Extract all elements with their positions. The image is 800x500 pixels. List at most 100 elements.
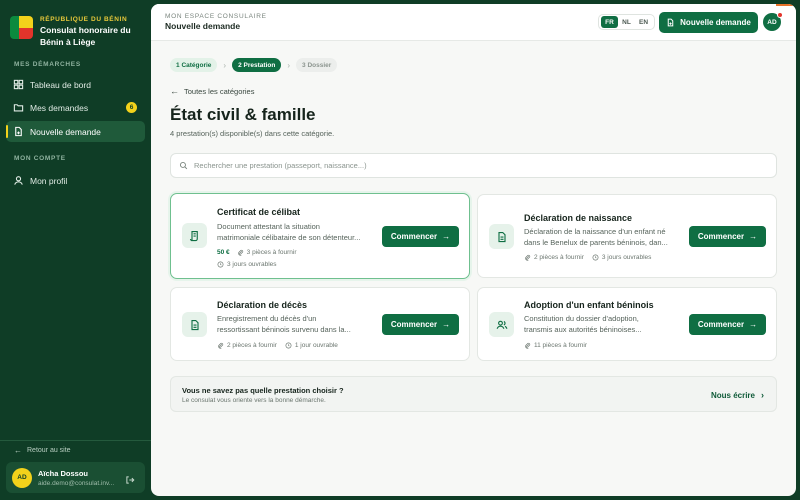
file-plus-icon xyxy=(667,18,674,27)
clock-icon xyxy=(592,254,599,261)
scroll-icon xyxy=(182,223,207,248)
step-label: Catégorie xyxy=(181,61,212,69)
folder-icon xyxy=(13,104,24,112)
help-subtitle: Le consulat vous oriente vers la bonne d… xyxy=(182,397,326,404)
card-pieces: 2 pièces à fournir xyxy=(534,254,584,261)
start-button[interactable]: Commencer → xyxy=(382,314,459,335)
step-prestation: 2 Prestation xyxy=(232,58,282,72)
arrow-left-icon: ← xyxy=(170,86,179,96)
card-meta: 11 pièces à fournir xyxy=(524,342,595,349)
document-icon xyxy=(489,224,514,249)
card-description: Constitution du dossier d'adoption, trans… xyxy=(524,314,642,334)
avatar: AD xyxy=(12,467,32,488)
sidebar-item-new-request[interactable]: Nouvelle demande xyxy=(6,121,145,142)
accent-line xyxy=(776,4,796,6)
start-button[interactable]: Commencer → xyxy=(689,226,766,247)
lang-en[interactable]: EN xyxy=(635,16,652,28)
back-to-categories-link[interactable]: ← Toutes les catégories xyxy=(170,86,254,96)
arrow-right-icon: → xyxy=(442,320,451,329)
sidebar-item-label: Mes demandes xyxy=(30,102,89,113)
lang-nl[interactable]: NL xyxy=(618,16,635,28)
service-card-adoption[interactable]: Adoption d'un enfant béninois Constituti… xyxy=(477,287,777,361)
arrow-right-icon: → xyxy=(749,232,758,241)
sidebar-item-profile[interactable]: Mon profil xyxy=(6,170,145,191)
card-pieces: 2 pièces à fournir xyxy=(227,342,277,349)
document-icon xyxy=(182,312,207,337)
brand-name-line1: Consulat honoraire du xyxy=(40,25,131,35)
language-switcher: FR NL EN xyxy=(598,14,655,30)
sidebar-divider xyxy=(0,440,151,441)
card-meta-delay: 3 jours ouvrables xyxy=(217,261,285,268)
user-name: Aïcha Dossou xyxy=(38,468,89,478)
clock-icon xyxy=(285,342,292,349)
service-card-deces[interactable]: Déclaration de décès Enregistrement du d… xyxy=(170,287,470,361)
paperclip-icon xyxy=(218,342,224,349)
search-input[interactable] xyxy=(194,161,754,170)
back-to-categories-label: Toutes les catégories xyxy=(184,86,255,96)
start-label: Commencer xyxy=(390,320,438,329)
step-number: 1 xyxy=(176,61,180,69)
lang-fr[interactable]: FR xyxy=(601,16,618,28)
stepper: 1 Catégorie › 2 Prestation › 3 Dossier xyxy=(170,58,338,72)
sidebar-item-label: Nouvelle demande xyxy=(30,126,101,137)
back-to-site-link[interactable]: ← Retour au site xyxy=(14,446,71,455)
help-question: Vous ne savez pas quelle prestation choi… xyxy=(182,386,344,395)
start-label: Commencer xyxy=(390,232,438,241)
chevron-right-icon: › xyxy=(223,60,227,70)
card-title: Déclaration de naissance xyxy=(524,213,633,223)
user-card[interactable]: AD Aïcha Dossou aide.demo@consulat.inv..… xyxy=(6,462,145,493)
topbar: MON ESPACE CONSULAIRE Nouvelle demande F… xyxy=(151,4,796,41)
contact-link-label: Nous écrire xyxy=(710,390,755,400)
card-meta: 2 pièces à fournir 3 jours ouvrables xyxy=(524,254,659,261)
card-meta: 50 € 3 pièces à fournir xyxy=(217,249,305,256)
paperclip-icon xyxy=(237,249,243,256)
start-label: Commencer xyxy=(697,320,745,329)
card-title: Déclaration de décès xyxy=(217,300,308,310)
page-subtitle: 4 prestation(s) disponible(s) dans cette… xyxy=(170,129,335,138)
start-button[interactable]: Commencer → xyxy=(382,226,459,247)
arrow-left-icon: ← xyxy=(14,446,22,455)
chevron-right-icon: › xyxy=(287,60,290,70)
arrow-right-icon: → xyxy=(749,320,758,329)
users-icon xyxy=(489,312,514,337)
page-title: État civil & famille xyxy=(170,105,316,124)
logout-icon[interactable] xyxy=(125,472,135,484)
card-meta: 2 pièces à fournir 1 jour ouvrable xyxy=(217,342,346,349)
brand[interactable]: RÉPUBLIQUE DU BÉNIN Consulat honoraire d… xyxy=(10,16,150,48)
brand-name-line2: Bénin à Liège xyxy=(40,37,96,47)
step-dossier: 3 Dossier xyxy=(296,58,338,72)
new-request-button[interactable]: Nouvelle demande xyxy=(659,12,758,33)
search-icon xyxy=(179,161,188,170)
step-number: 2 xyxy=(238,61,242,69)
contact-link[interactable]: Nous écrire › xyxy=(711,390,764,400)
requests-count-badge: 6 xyxy=(126,102,137,113)
main-panel: MON ESPACE CONSULAIRE Nouvelle demande F… xyxy=(151,4,796,496)
paperclip-icon xyxy=(525,342,531,349)
step-label: Dossier xyxy=(307,61,332,69)
card-description: Document attestant la situation matrimoni… xyxy=(217,222,361,242)
topbar-title: Nouvelle demande xyxy=(165,21,241,31)
service-card-celibat[interactable]: Certificat de célibat Document attestant… xyxy=(170,193,470,279)
card-price: 50 € xyxy=(217,249,230,256)
start-label: Commencer xyxy=(697,232,745,241)
card-delay: 3 jours ouvrables xyxy=(601,254,652,261)
sidebar-item-dashboard[interactable]: Tableau de bord xyxy=(6,74,145,95)
card-delay: 1 jour ouvrable xyxy=(294,342,338,349)
section-compte: MON COMPTE xyxy=(14,155,66,162)
notification-dot xyxy=(777,12,783,18)
paperclip-icon xyxy=(525,254,531,261)
service-card-naissance[interactable]: Déclaration de naissance Déclaration de … xyxy=(477,194,777,278)
new-request-label: Nouvelle demande xyxy=(680,18,751,27)
sidebar: RÉPUBLIQUE DU BÉNIN Consulat honoraire d… xyxy=(0,0,151,500)
user-email: aide.demo@consulat.inv... xyxy=(38,479,115,487)
help-banner: Vous ne savez pas quelle prestation choi… xyxy=(170,376,777,412)
brand-country: RÉPUBLIQUE DU BÉNIN xyxy=(40,16,128,23)
sidebar-item-requests[interactable]: Mes demandes 6 xyxy=(6,97,145,118)
card-title: Adoption d'un enfant béninois xyxy=(524,300,654,310)
step-number: 3 xyxy=(302,61,306,69)
card-description: Déclaration de la naissance d'un enfant … xyxy=(524,227,668,247)
step-label: Prestation xyxy=(243,61,276,69)
start-button[interactable]: Commencer → xyxy=(689,314,766,335)
search-bar xyxy=(170,153,777,178)
step-categorie[interactable]: 1 Catégorie xyxy=(170,58,218,72)
